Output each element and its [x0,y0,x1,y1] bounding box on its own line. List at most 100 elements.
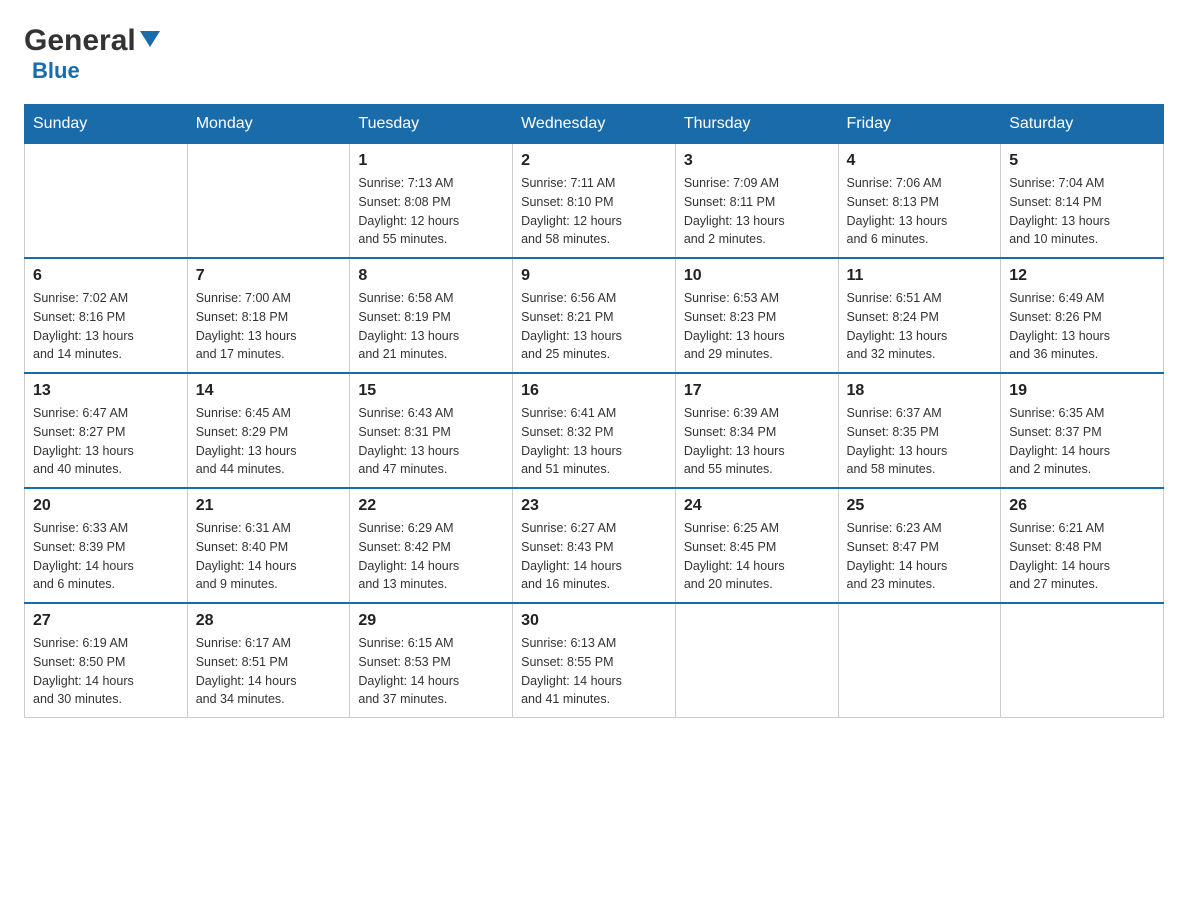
day-number: 7 [196,267,342,285]
calendar-cell: 9Sunrise: 6:56 AM Sunset: 8:21 PM Daylig… [513,258,676,373]
calendar-cell: 25Sunrise: 6:23 AM Sunset: 8:47 PM Dayli… [838,488,1001,603]
col-header-thursday: Thursday [675,105,838,144]
day-number: 20 [33,497,179,515]
day-info: Sunrise: 6:23 AM Sunset: 8:47 PM Dayligh… [847,519,993,594]
day-number: 12 [1009,267,1155,285]
day-number: 4 [847,152,993,170]
day-info: Sunrise: 6:51 AM Sunset: 8:24 PM Dayligh… [847,289,993,364]
day-number: 10 [684,267,830,285]
calendar-cell [1001,603,1164,718]
calendar-cell: 12 Sunrise: 6:49 AM Sunset: 8:26 PM Dayli… [1001,258,1164,373]
calendar-cell: 29Sunrise: 6:15 AM Sunset: 8:53 PM Dayli… [350,603,513,718]
calendar-cell: 7 Sunrise: 7:00 AM Sunset: 8:18 PM Daylig… [187,258,350,373]
calendar-cell: 19Sunrise: 6:35 AM Sunset: 8:37 PM Dayli… [1001,373,1164,488]
day-number: 13 [33,382,179,400]
logo-general-text: General [24,24,136,58]
day-info: Sunrise: 6:41 AM Sunset: 8:32 PM Dayligh… [521,404,667,479]
day-number: 28 [196,612,342,630]
day-number: 26 [1009,497,1155,515]
day-info: Sunrise: 6:45 AM Sunset: 8:29 PM Dayligh… [196,404,342,479]
day-number: 17 [684,382,830,400]
day-info: Sunrise: 6:29 AM Sunset: 8:42 PM Dayligh… [358,519,504,594]
day-info: Sunrise: 6:21 AM Sunset: 8:48 PM Dayligh… [1009,519,1155,594]
day-info: Sunrise: 6:47 AM Sunset: 8:27 PM Dayligh… [33,404,179,479]
day-number: 15 [358,382,504,400]
calendar-cell: 17 Sunrise: 6:39 AM Sunset: 8:34 PM Dayli… [675,373,838,488]
calendar-cell: 15 Sunrise: 6:43 AM Sunset: 8:31 PM Dayli… [350,373,513,488]
day-info: Sunrise: 7:04 AM Sunset: 8:14 PM Dayligh… [1009,174,1155,249]
day-number: 9 [521,267,667,285]
day-number: 1 [358,152,504,170]
calendar-cell: 28 Sunrise: 6:17 AM Sunset: 8:51 PM Dayli… [187,603,350,718]
calendar-cell: 26 Sunrise: 6:21 AM Sunset: 8:48 PM Dayli… [1001,488,1164,603]
day-info: Sunrise: 7:00 AM Sunset: 8:18 PM Dayligh… [196,289,342,364]
logo-triangle-icon [140,31,160,47]
day-info: Sunrise: 6:19 AM Sunset: 8:50 PM Dayligh… [33,634,179,709]
calendar-table: SundayMondayTuesdayWednesdayThursdayFrid… [24,104,1164,718]
calendar-cell: 8 Sunrise: 6:58 AM Sunset: 8:19 PM Daylig… [350,258,513,373]
day-number: 8 [358,267,504,285]
day-info: Sunrise: 6:53 AM Sunset: 8:23 PM Dayligh… [684,289,830,364]
day-info: Sunrise: 7:09 AM Sunset: 8:11 PM Dayligh… [684,174,830,249]
day-number: 11 [847,267,993,285]
day-number: 3 [684,152,830,170]
calendar-cell [675,603,838,718]
day-number: 23 [521,497,667,515]
logo: General Blue [24,24,160,84]
col-header-monday: Monday [187,105,350,144]
calendar-week-row: 27 Sunrise: 6:19 AM Sunset: 8:50 PM Dayli… [25,603,1164,718]
calendar-cell: 20Sunrise: 6:33 AM Sunset: 8:39 PM Dayli… [25,488,188,603]
day-number: 24 [684,497,830,515]
calendar-cell: 6Sunrise: 7:02 AM Sunset: 8:16 PM Daylig… [25,258,188,373]
day-number: 18 [847,382,993,400]
day-number: 2 [521,152,667,170]
calendar-cell: 3 Sunrise: 7:09 AM Sunset: 8:11 PM Daylig… [675,144,838,259]
calendar-cell: 22 Sunrise: 6:29 AM Sunset: 8:42 PM Dayli… [350,488,513,603]
day-info: Sunrise: 6:43 AM Sunset: 8:31 PM Dayligh… [358,404,504,479]
day-number: 16 [521,382,667,400]
day-info: Sunrise: 7:11 AM Sunset: 8:10 PM Dayligh… [521,174,667,249]
day-info: Sunrise: 6:13 AM Sunset: 8:55 PM Dayligh… [521,634,667,709]
day-info: Sunrise: 6:27 AM Sunset: 8:43 PM Dayligh… [521,519,667,594]
day-info: Sunrise: 6:58 AM Sunset: 8:19 PM Dayligh… [358,289,504,364]
calendar-cell: 4 Sunrise: 7:06 AM Sunset: 8:13 PM Daylig… [838,144,1001,259]
calendar-cell: 30 Sunrise: 6:13 AM Sunset: 8:55 PM Dayli… [513,603,676,718]
calendar-cell: 14 Sunrise: 6:45 AM Sunset: 8:29 PM Dayli… [187,373,350,488]
calendar-cell [838,603,1001,718]
calendar-cell: 2 Sunrise: 7:11 AM Sunset: 8:10 PM Daylig… [513,144,676,259]
day-info: Sunrise: 6:39 AM Sunset: 8:34 PM Dayligh… [684,404,830,479]
col-header-sunday: Sunday [25,105,188,144]
calendar-cell: 10 Sunrise: 6:53 AM Sunset: 8:23 PM Dayli… [675,258,838,373]
day-number: 27 [33,612,179,630]
day-number: 30 [521,612,667,630]
day-info: Sunrise: 6:37 AM Sunset: 8:35 PM Dayligh… [847,404,993,479]
day-info: Sunrise: 6:49 AM Sunset: 8:26 PM Dayligh… [1009,289,1155,364]
calendar-cell [187,144,350,259]
col-header-wednesday: Wednesday [513,105,676,144]
day-info: Sunrise: 7:13 AM Sunset: 8:08 PM Dayligh… [358,174,504,249]
day-info: Sunrise: 6:17 AM Sunset: 8:51 PM Dayligh… [196,634,342,709]
day-info: Sunrise: 6:25 AM Sunset: 8:45 PM Dayligh… [684,519,830,594]
calendar-week-row: 13 Sunrise: 6:47 AM Sunset: 8:27 PM Dayli… [25,373,1164,488]
calendar-week-row: 6Sunrise: 7:02 AM Sunset: 8:16 PM Daylig… [25,258,1164,373]
day-number: 29 [358,612,504,630]
day-number: 6 [33,267,179,285]
calendar-cell: 23 Sunrise: 6:27 AM Sunset: 8:43 PM Dayli… [513,488,676,603]
page-header: General Blue [24,24,1164,84]
day-number: 14 [196,382,342,400]
calendar-cell: 27 Sunrise: 6:19 AM Sunset: 8:50 PM Dayli… [25,603,188,718]
day-number: 5 [1009,152,1155,170]
logo-blue-text: Blue [32,58,80,84]
calendar-week-row: 1 Sunrise: 7:13 AM Sunset: 8:08 PM Daylig… [25,144,1164,259]
day-info: Sunrise: 7:06 AM Sunset: 8:13 PM Dayligh… [847,174,993,249]
day-info: Sunrise: 6:31 AM Sunset: 8:40 PM Dayligh… [196,519,342,594]
calendar-cell: 1 Sunrise: 7:13 AM Sunset: 8:08 PM Daylig… [350,144,513,259]
day-number: 19 [1009,382,1155,400]
calendar-cell [25,144,188,259]
col-header-tuesday: Tuesday [350,105,513,144]
calendar-cell: 21Sunrise: 6:31 AM Sunset: 8:40 PM Dayli… [187,488,350,603]
calendar-cell: 16 Sunrise: 6:41 AM Sunset: 8:32 PM Dayli… [513,373,676,488]
day-number: 22 [358,497,504,515]
col-header-friday: Friday [838,105,1001,144]
col-header-saturday: Saturday [1001,105,1164,144]
